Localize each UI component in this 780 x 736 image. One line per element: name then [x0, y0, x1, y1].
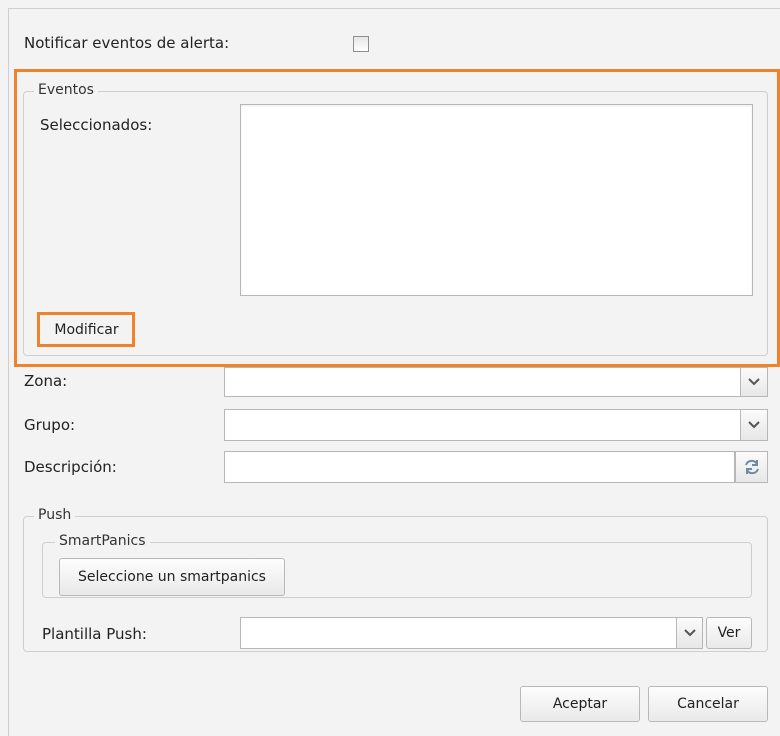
- zona-combobox[interactable]: [224, 367, 741, 397]
- plantilla-dropdown-trigger[interactable]: [676, 617, 703, 649]
- accept-button[interactable]: Aceptar: [520, 686, 640, 722]
- push-legend: Push: [34, 507, 76, 523]
- descripcion-label: Descripción:: [24, 458, 117, 476]
- chevron-down-icon: [683, 629, 696, 637]
- grupo-dropdown-trigger[interactable]: [740, 409, 768, 441]
- ver-button[interactable]: Ver: [706, 617, 752, 649]
- notify-checkbox[interactable]: [353, 36, 369, 52]
- chevron-down-icon: [748, 378, 760, 386]
- plantilla-label: Plantilla Push:: [42, 625, 147, 643]
- grupo-combobox[interactable]: [224, 409, 741, 441]
- cancel-button[interactable]: Cancelar: [648, 686, 768, 722]
- refresh-button[interactable]: [735, 451, 768, 483]
- select-smartpanics-label: Seleccione un smartpanics: [78, 569, 266, 585]
- smartpanics-legend: SmartPanics: [55, 533, 150, 549]
- plantilla-combobox[interactable]: [240, 617, 677, 649]
- notify-label: Notificar eventos de alerta:: [24, 34, 230, 52]
- select-smartpanics-button[interactable]: Seleccione un smartpanics: [59, 558, 285, 596]
- ver-label: Ver: [717, 625, 741, 641]
- cancel-label: Cancelar: [677, 696, 739, 712]
- grupo-label: Grupo:: [24, 416, 76, 434]
- refresh-icon: [744, 459, 759, 475]
- events-section-highlight: [14, 69, 780, 367]
- zona-dropdown-trigger[interactable]: [740, 367, 768, 397]
- chevron-down-icon: [748, 421, 760, 429]
- descripcion-input[interactable]: [224, 451, 735, 483]
- zona-label: Zona:: [24, 372, 68, 390]
- accept-label: Aceptar: [552, 696, 608, 712]
